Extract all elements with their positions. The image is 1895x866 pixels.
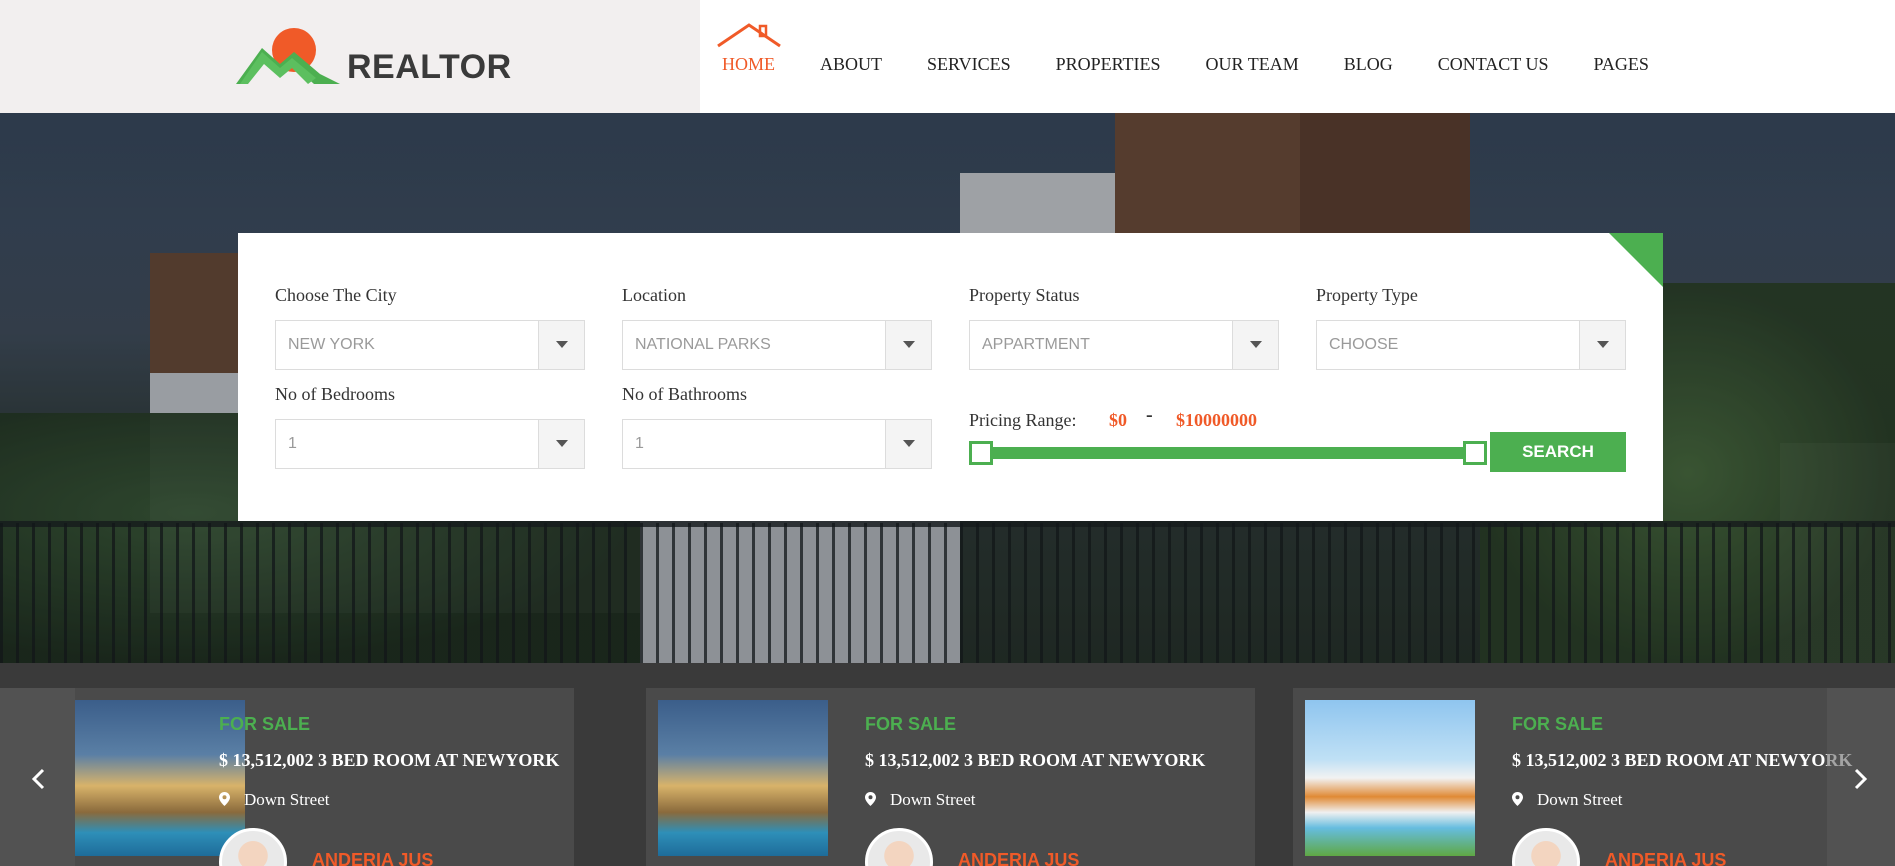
listing-card[interactable]: FOR SALE $ 13,512,002 3 BED ROOM AT NEWY… [1293, 688, 1895, 866]
map-pin-icon [219, 792, 230, 806]
listing-location-text: Down Street [1537, 790, 1623, 809]
listing-image[interactable] [1305, 700, 1475, 856]
bathrooms-value: 1 [635, 435, 644, 452]
chevron-right-icon [1854, 768, 1868, 790]
location-label: Location [622, 285, 686, 305]
city-field: Choose The City [275, 285, 397, 306]
nav-our-team[interactable]: OUR TEAM [1206, 54, 1299, 75]
type-select[interactable]: CHOOSE [1316, 320, 1626, 370]
listing-location: Down Street [865, 790, 975, 810]
listing-image[interactable] [658, 700, 828, 856]
bedrooms-value: 1 [288, 435, 297, 452]
agent-name[interactable]: ANDERIA JUS [958, 850, 1079, 866]
agent-avatar [1512, 828, 1580, 866]
logo-area: REALTOR [0, 0, 700, 113]
nav-blog[interactable]: BLOG [1344, 54, 1393, 75]
type-label: Property Type [1316, 285, 1418, 305]
listing-location: Down Street [1512, 790, 1622, 810]
listing-title[interactable]: $ 13,512,002 3 BED ROOM AT NEWYORK [1512, 750, 1852, 771]
listing-location: Down Street [219, 790, 329, 810]
chevron-down-icon[interactable] [885, 420, 931, 468]
listing-status: FOR SALE [1512, 714, 1604, 734]
chevron-down-icon[interactable] [885, 321, 931, 369]
listing-location-text: Down Street [890, 790, 976, 809]
price-separator: - [1146, 404, 1153, 426]
type-value: CHOOSE [1329, 336, 1399, 353]
listing-status: FOR SALE [219, 714, 311, 734]
logo-text[interactable]: REALTOR [347, 48, 512, 87]
nav-contact-us[interactable]: CONTACT US [1438, 54, 1549, 75]
price-range-slider[interactable] [969, 441, 1487, 465]
property-search-panel: Choose The City NEW YORK Location NATION… [238, 233, 1663, 521]
nav-pages[interactable]: PAGES [1593, 54, 1648, 75]
chevron-down-icon[interactable] [1579, 321, 1625, 369]
listings-carousel: FOR SALE $ 13,512,002 3 BED ROOM AT NEWY… [0, 663, 1895, 866]
agent-name[interactable]: ANDERIA JUS [1605, 850, 1726, 866]
agent-name[interactable]: ANDERIA JUS [312, 850, 433, 866]
bathrooms-label: No of Bathrooms [622, 384, 747, 404]
location-value: NATIONAL PARKS [635, 336, 771, 353]
carousel-next-button[interactable] [1827, 688, 1895, 866]
price-max-handle[interactable] [1463, 441, 1487, 465]
status-select[interactable]: APPARTMENT [969, 320, 1279, 370]
logo-icon[interactable] [236, 28, 340, 84]
chevron-down-icon[interactable] [538, 420, 584, 468]
nav-home[interactable]: HOME [722, 54, 775, 75]
price-max-value: $10000000 [1176, 410, 1257, 430]
house-roof-icon [717, 23, 781, 48]
bathrooms-field: No of Bathrooms [622, 384, 747, 405]
bathrooms-select[interactable]: 1 [622, 419, 932, 469]
status-label: Property Status [969, 285, 1080, 305]
site-header: REALTOR HOME ABOUT SERVICES PROPERTIES O… [0, 0, 1895, 113]
location-select[interactable]: NATIONAL PARKS [622, 320, 932, 370]
city-select[interactable]: NEW YORK [275, 320, 585, 370]
nav-properties[interactable]: PROPERTIES [1056, 54, 1161, 75]
bedrooms-field: No of Bedrooms [275, 384, 395, 405]
price-range-label: Pricing Range: [969, 410, 1077, 430]
type-field: Property Type [1316, 285, 1418, 306]
listing-status: FOR SALE [865, 714, 957, 734]
chevron-down-icon[interactable] [538, 321, 584, 369]
location-field: Location [622, 285, 686, 306]
search-button[interactable]: SEARCH [1490, 432, 1626, 472]
main-nav: HOME ABOUT SERVICES PROPERTIES OUR TEAM … [700, 0, 1649, 113]
bedrooms-label: No of Bedrooms [275, 384, 395, 404]
price-min-value: $0 [1109, 410, 1127, 430]
nav-about[interactable]: ABOUT [820, 54, 882, 75]
chevron-left-icon [31, 768, 45, 790]
listing-card[interactable]: FOR SALE $ 13,512,002 3 BED ROOM AT NEWY… [0, 688, 574, 866]
bedrooms-select[interactable]: 1 [275, 419, 585, 469]
listing-title[interactable]: $ 13,512,002 3 BED ROOM AT NEWYORK [865, 750, 1205, 771]
status-value: APPARTMENT [982, 336, 1090, 353]
chevron-down-icon[interactable] [1232, 321, 1278, 369]
map-pin-icon [1512, 792, 1523, 806]
city-label: Choose The City [275, 285, 397, 305]
map-pin-icon [865, 792, 876, 806]
status-field: Property Status [969, 285, 1080, 306]
listing-location-text: Down Street [244, 790, 330, 809]
listing-card[interactable]: FOR SALE $ 13,512,002 3 BED ROOM AT NEWY… [646, 688, 1255, 866]
panel-corner-accent [1609, 233, 1663, 287]
carousel-prev-button[interactable] [0, 688, 75, 866]
agent-avatar [865, 828, 933, 866]
city-value: NEW YORK [288, 336, 375, 353]
price-min-handle[interactable] [969, 441, 993, 465]
listing-title[interactable]: $ 13,512,002 3 BED ROOM AT NEWYORK [219, 750, 559, 771]
nav-services[interactable]: SERVICES [927, 54, 1011, 75]
